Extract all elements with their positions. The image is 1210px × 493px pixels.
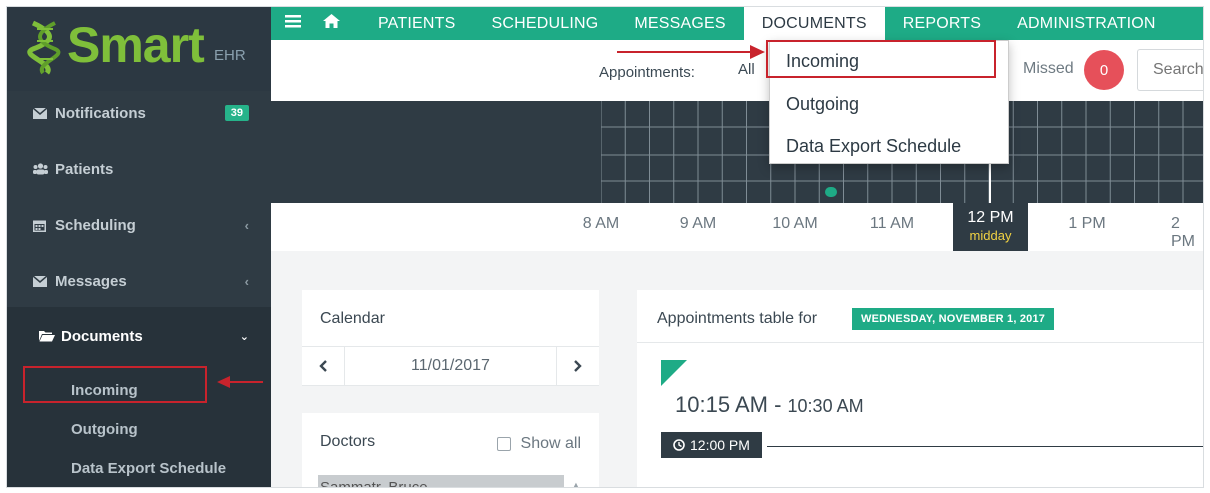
appointment-marker[interactable] — [825, 187, 837, 197]
slot-corner-marker — [661, 360, 687, 386]
tick-label: 9 AM — [679, 215, 717, 232]
next-day-button[interactable] — [557, 347, 599, 385]
noon-marker: 12 PM midday — [953, 203, 1028, 251]
slot-start: 10:15 AM — [675, 392, 768, 417]
chevron-left-icon: ‹ — [244, 217, 249, 233]
midday-label: midday — [969, 228, 1012, 243]
envelope-icon — [33, 275, 55, 287]
checkbox-icon[interactable] — [496, 437, 511, 451]
current-time-line — [989, 163, 991, 207]
calendar-title: Calendar — [320, 310, 385, 327]
brand-suffix: EHR — [214, 47, 246, 64]
logo: Smart EHR — [7, 7, 271, 91]
chevron-left-icon: ‹ — [244, 273, 249, 289]
tick-label: 2 PM — [1171, 215, 1195, 250]
dropdown-item-data-export-schedule[interactable]: Data Export Schedule — [786, 136, 961, 157]
sidebar-item-label: Messages — [55, 272, 127, 290]
appointment-timeline — [271, 101, 1203, 203]
highlight-box — [766, 40, 996, 78]
appointments-filter[interactable]: All — [738, 61, 755, 78]
submenu-item-outgoing[interactable]: Outgoing — [71, 421, 138, 438]
tick-label: 12 PM — [967, 209, 1014, 226]
chip-time: 12:00 PM — [690, 437, 750, 453]
brand-name: Smart — [67, 17, 205, 73]
calendar-date[interactable]: 11/01/2017 — [344, 347, 557, 385]
tick-label: 8 AM — [582, 215, 620, 232]
notification-count-badge: 39 — [224, 105, 249, 121]
appointments-panel: Appointments table for WEDNESDAY, NOVEMB… — [637, 290, 1203, 487]
sidebar-item-patients[interactable]: Patients — [7, 141, 271, 197]
arrow-left-icon — [217, 376, 263, 388]
sidebar-item-notifications[interactable]: Notifications 39 — [7, 85, 271, 141]
envelope-icon — [33, 107, 55, 119]
show-all-label: Show all — [520, 435, 581, 452]
dropdown-item-outgoing[interactable]: Outgoing — [786, 94, 859, 115]
date-badge: WEDNESDAY, NOVEMBER 1, 2017 — [852, 308, 1055, 330]
tick-label: 10 AM — [772, 215, 818, 232]
doctor-list-item[interactable]: Sammatr, Bruce — [318, 475, 564, 487]
tick-label: 11 AM — [869, 215, 915, 232]
nav-reports[interactable]: REPORTS — [885, 7, 999, 40]
nav-documents[interactable]: DOCUMENTS — [743, 7, 885, 40]
calendar-panel: Calendar 11/01/2017 — [302, 290, 599, 386]
missed-label: Missed — [1023, 60, 1074, 77]
users-icon — [33, 163, 55, 175]
tick-label: 1 PM — [1068, 215, 1106, 232]
scroll-up-icon[interactable]: ▲ — [568, 475, 584, 487]
top-navigation: PATIENTS SCHEDULING MESSAGES DOCUMENTS R… — [271, 7, 1203, 40]
folder-open-icon — [39, 330, 61, 342]
time-line — [767, 446, 1203, 447]
prev-day-button[interactable] — [302, 347, 344, 385]
sidebar-item-scheduling[interactable]: Scheduling ‹ — [7, 197, 271, 253]
show-all-checkbox[interactable]: Show all — [496, 435, 581, 453]
sidebar-item-messages[interactable]: Messages ‹ — [7, 253, 271, 309]
time-scale: 8 AM 9 AM 10 AM 11 AM 12 PM midday 1 PM … — [271, 203, 1203, 251]
arrow-right-icon — [617, 45, 765, 59]
appointments-title: Appointments table for — [657, 310, 818, 327]
appointment-slot-time[interactable]: 10:15 AM - 10:30 AM — [675, 392, 864, 418]
missed-count-badge[interactable]: 0 — [1084, 50, 1124, 90]
app-window: Smart EHR Notifications 39 Patients Sche… — [6, 6, 1204, 488]
divider — [637, 342, 1203, 343]
sidebar-item-label: Notifications — [55, 104, 146, 122]
sidebar-item-documents[interactable]: Documents ⌄ — [7, 307, 271, 365]
calendar-nav: 11/01/2017 — [302, 346, 599, 386]
doctors-title: Doctors — [320, 433, 376, 450]
slot-end: 10:30 AM — [787, 396, 864, 416]
sidebar-item-label: Patients — [55, 160, 114, 178]
highlight-box — [23, 366, 207, 403]
nav-scheduling[interactable]: SCHEDULING — [473, 7, 616, 40]
submenu-item-data-export-schedule[interactable]: Data Export Schedule — [71, 460, 226, 477]
sidebar-item-label: Scheduling — [55, 216, 136, 234]
slot-separator: - — [774, 392, 782, 417]
nav-messages[interactable]: MESSAGES — [616, 7, 743, 40]
appointments-label: Appointments: — [599, 64, 695, 81]
clock-icon — [673, 439, 685, 451]
search-input[interactable] — [1137, 49, 1203, 91]
chevron-down-icon: ⌄ — [239, 330, 249, 343]
dna-helix-icon — [27, 20, 61, 75]
home-icon[interactable] — [315, 14, 360, 33]
hamburger-menu-icon[interactable] — [271, 14, 315, 33]
calendar-icon — [33, 219, 55, 232]
nav-administration[interactable]: ADMINISTRATION — [999, 7, 1174, 40]
sidebar-item-label: Documents — [61, 327, 143, 345]
doctors-panel: Doctors Show all Sammatr, Bruce ▲ — [302, 413, 599, 487]
sidebar: Smart EHR Notifications 39 Patients Sche… — [7, 7, 271, 487]
time-chip: 12:00 PM — [661, 432, 762, 458]
nav-patients[interactable]: PATIENTS — [360, 7, 473, 40]
